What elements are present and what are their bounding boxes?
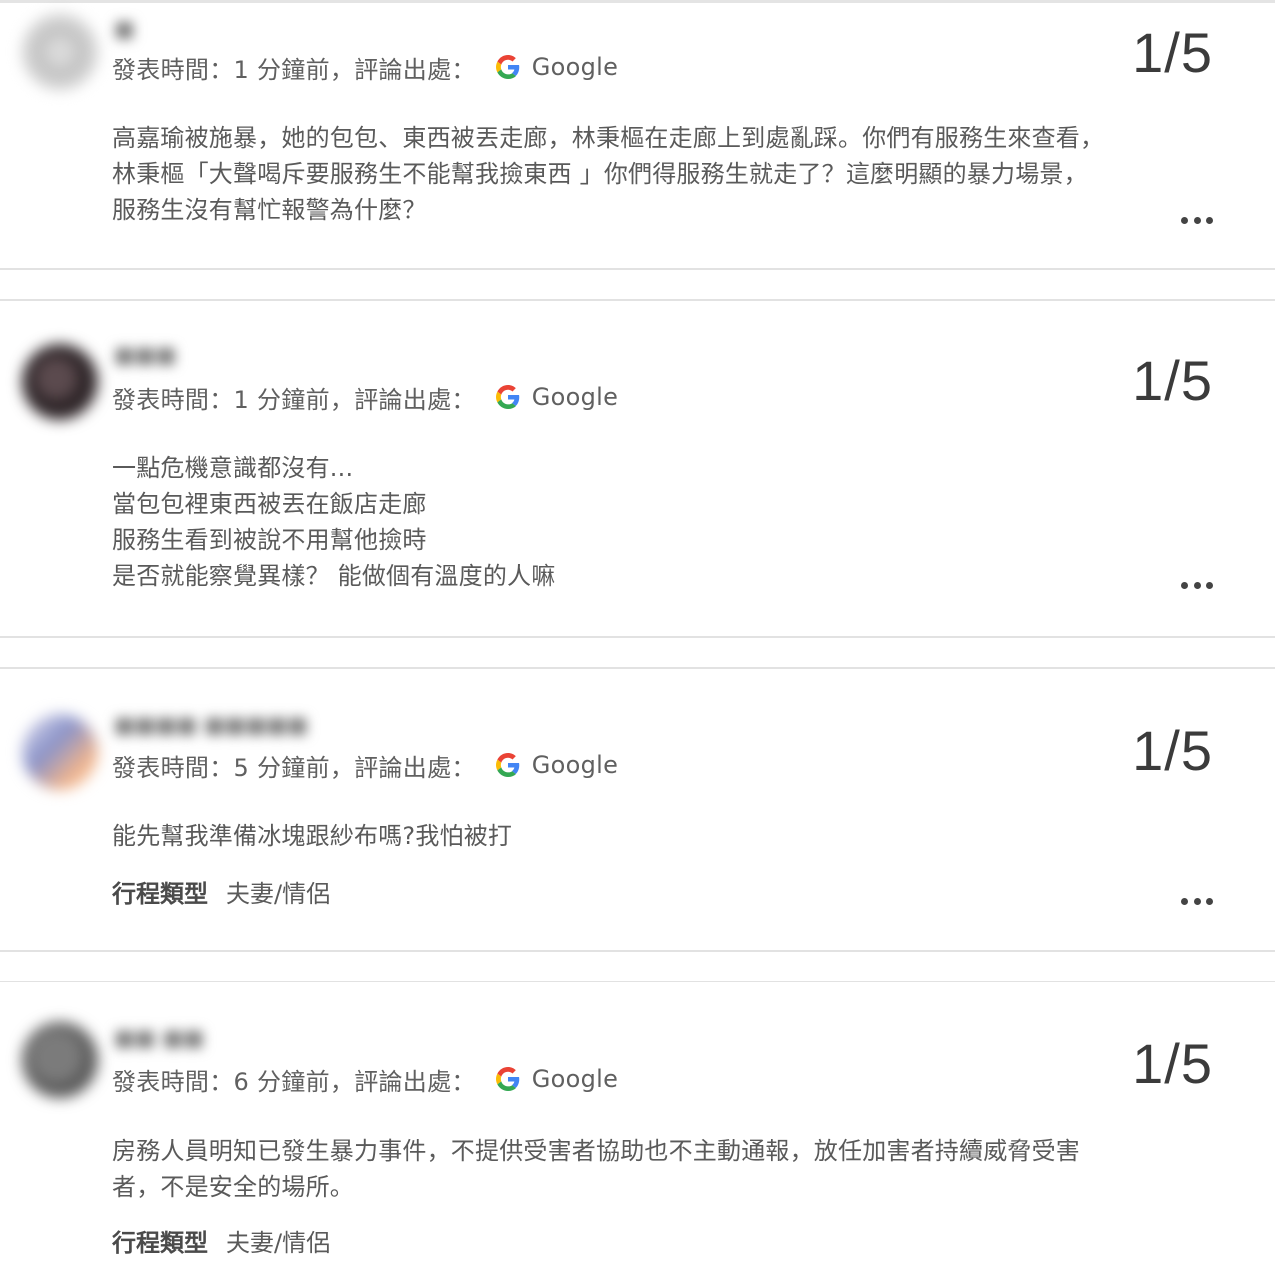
reviewer-name[interactable]: ■■■■ ■■■■■ xyxy=(114,713,308,743)
source-label: ，評論出處： xyxy=(329,385,476,414)
review-card: ■■■■ ■■■■■ 發表時間： 5 分鐘前 ，評論出處： Google 1/5… xyxy=(0,669,1275,950)
review-meta: 發表時間： 1 分鐘前 ，評論出處： Google xyxy=(112,380,618,414)
rating-score: 1/5 xyxy=(1132,349,1213,412)
reviewer-name[interactable]: ■ xyxy=(114,17,135,47)
review-text-line: 者，不是安全的場所。 xyxy=(112,1173,354,1201)
source-name: Google xyxy=(531,1065,619,1093)
review-meta: 發表時間： 5 分鐘前 ，評論出處： Google xyxy=(112,748,618,782)
review-text: 高嘉瑜被施暴，她的包包、東西被丟走廊，林秉樞在走廊上到處亂踩。你們有服務生來查看… xyxy=(112,120,1152,228)
source-name: Google xyxy=(531,383,619,411)
posted-time: 1 分鐘前 xyxy=(233,385,330,414)
posted-label: 發表時間： xyxy=(112,1067,234,1096)
rating-score: 1/5 xyxy=(1132,1032,1213,1095)
posted-time: 5 分鐘前 xyxy=(233,753,330,782)
rating-score: 1/5 xyxy=(1132,719,1213,782)
section-divider xyxy=(0,636,1275,669)
trip-type: 行程類型 夫妻/情侶 xyxy=(112,1223,330,1258)
review-meta: 發表時間： 6 分鐘前 ，評論出處： Google xyxy=(112,1062,618,1096)
google-icon xyxy=(495,55,519,79)
posted-label: 發表時間： xyxy=(112,385,234,414)
trip-type-label: 行程類型 xyxy=(112,1229,208,1257)
source-label: ，評論出處： xyxy=(329,753,476,782)
posted-label: 發表時間： xyxy=(112,753,234,782)
review-text-line: 一點危機意識都沒有... xyxy=(112,454,354,482)
avatar[interactable] xyxy=(22,14,98,90)
posted-time: 6 分鐘前 xyxy=(233,1067,330,1096)
trip-type: 行程類型 夫妻/情侶 xyxy=(112,874,330,909)
review-text-line: 房務人員明知已發生暴力事件，不提供受害者協助也不主動通報，放任加害者持續威脅受害 xyxy=(112,1137,1080,1165)
review-card: ■ 發表時間： 1 分鐘前 ，評論出處： Google 1/5 高嘉瑜被施暴，她… xyxy=(0,3,1275,268)
review-text-line: 能先幫我準備冰塊跟紗布嗎?我怕被打 xyxy=(112,822,513,850)
review-card: ■■ ■■ 發表時間： 6 分鐘前 ，評論出處： Google 1/5 房務人員… xyxy=(0,982,1275,1263)
review-text-line: 高嘉瑜被施暴，她的包包、東西被丟走廊，林秉樞在走廊上到處亂踩。你們有服務生來查看… xyxy=(112,124,1105,152)
trip-type-value: 夫妻/情侶 xyxy=(226,1229,331,1257)
avatar[interactable] xyxy=(22,1022,98,1098)
trip-type-label: 行程類型 xyxy=(112,880,208,908)
review-text-line: 服務生沒有幫忙報警為什麼？ xyxy=(112,196,427,224)
posted-label: 發表時間： xyxy=(112,55,234,84)
rating-score: 1/5 xyxy=(1132,21,1213,84)
avatar[interactable] xyxy=(22,714,98,790)
google-icon xyxy=(495,1067,519,1091)
reviewer-name[interactable]: ■■ ■■ xyxy=(114,1026,204,1056)
review-text: 一點危機意識都沒有... 當包包裡東西被丟在飯店走廊 服務生看到被說不用幫他撿時… xyxy=(112,450,1152,594)
section-divider xyxy=(0,268,1275,301)
more-options-icon[interactable] xyxy=(1181,896,1213,906)
reviewer-name[interactable]: ■■■ xyxy=(114,343,176,373)
review-text-line: 服務生看到被說不用幫他撿時 xyxy=(112,526,427,554)
more-options-icon[interactable] xyxy=(1181,580,1213,590)
section-divider xyxy=(0,950,1275,983)
review-text-line: 是否就能察覺異樣？ 能做個有溫度的人嘛 xyxy=(112,562,556,590)
google-icon xyxy=(495,385,519,409)
source-label: ，評論出處： xyxy=(329,55,476,84)
source-name: Google xyxy=(531,751,619,779)
more-options-icon[interactable] xyxy=(1181,215,1213,225)
avatar[interactable] xyxy=(22,344,98,420)
review-text-line: 當包包裡東西被丟在飯店走廊 xyxy=(112,490,427,518)
review-text-line: 林秉樞「大聲喝斥要服務生不能幫我撿東西 」你們得服務生就走了？這麼明顯的暴力場景… xyxy=(112,160,1088,188)
google-icon xyxy=(495,753,519,777)
trip-type-value: 夫妻/情侶 xyxy=(226,880,331,908)
source-name: Google xyxy=(531,53,619,81)
review-text: 房務人員明知已發生暴力事件，不提供受害者協助也不主動通報，放任加害者持續威脅受害… xyxy=(112,1133,1152,1205)
source-label: ，評論出處： xyxy=(329,1067,476,1096)
posted-time: 1 分鐘前 xyxy=(233,55,330,84)
review-card: ■■■ 發表時間： 1 分鐘前 ，評論出處： Google 1/5 一點危機意識… xyxy=(0,301,1275,636)
review-meta: 發表時間： 1 分鐘前 ，評論出處： Google xyxy=(112,50,618,84)
review-text: 能先幫我準備冰塊跟紗布嗎?我怕被打 xyxy=(112,818,1152,854)
